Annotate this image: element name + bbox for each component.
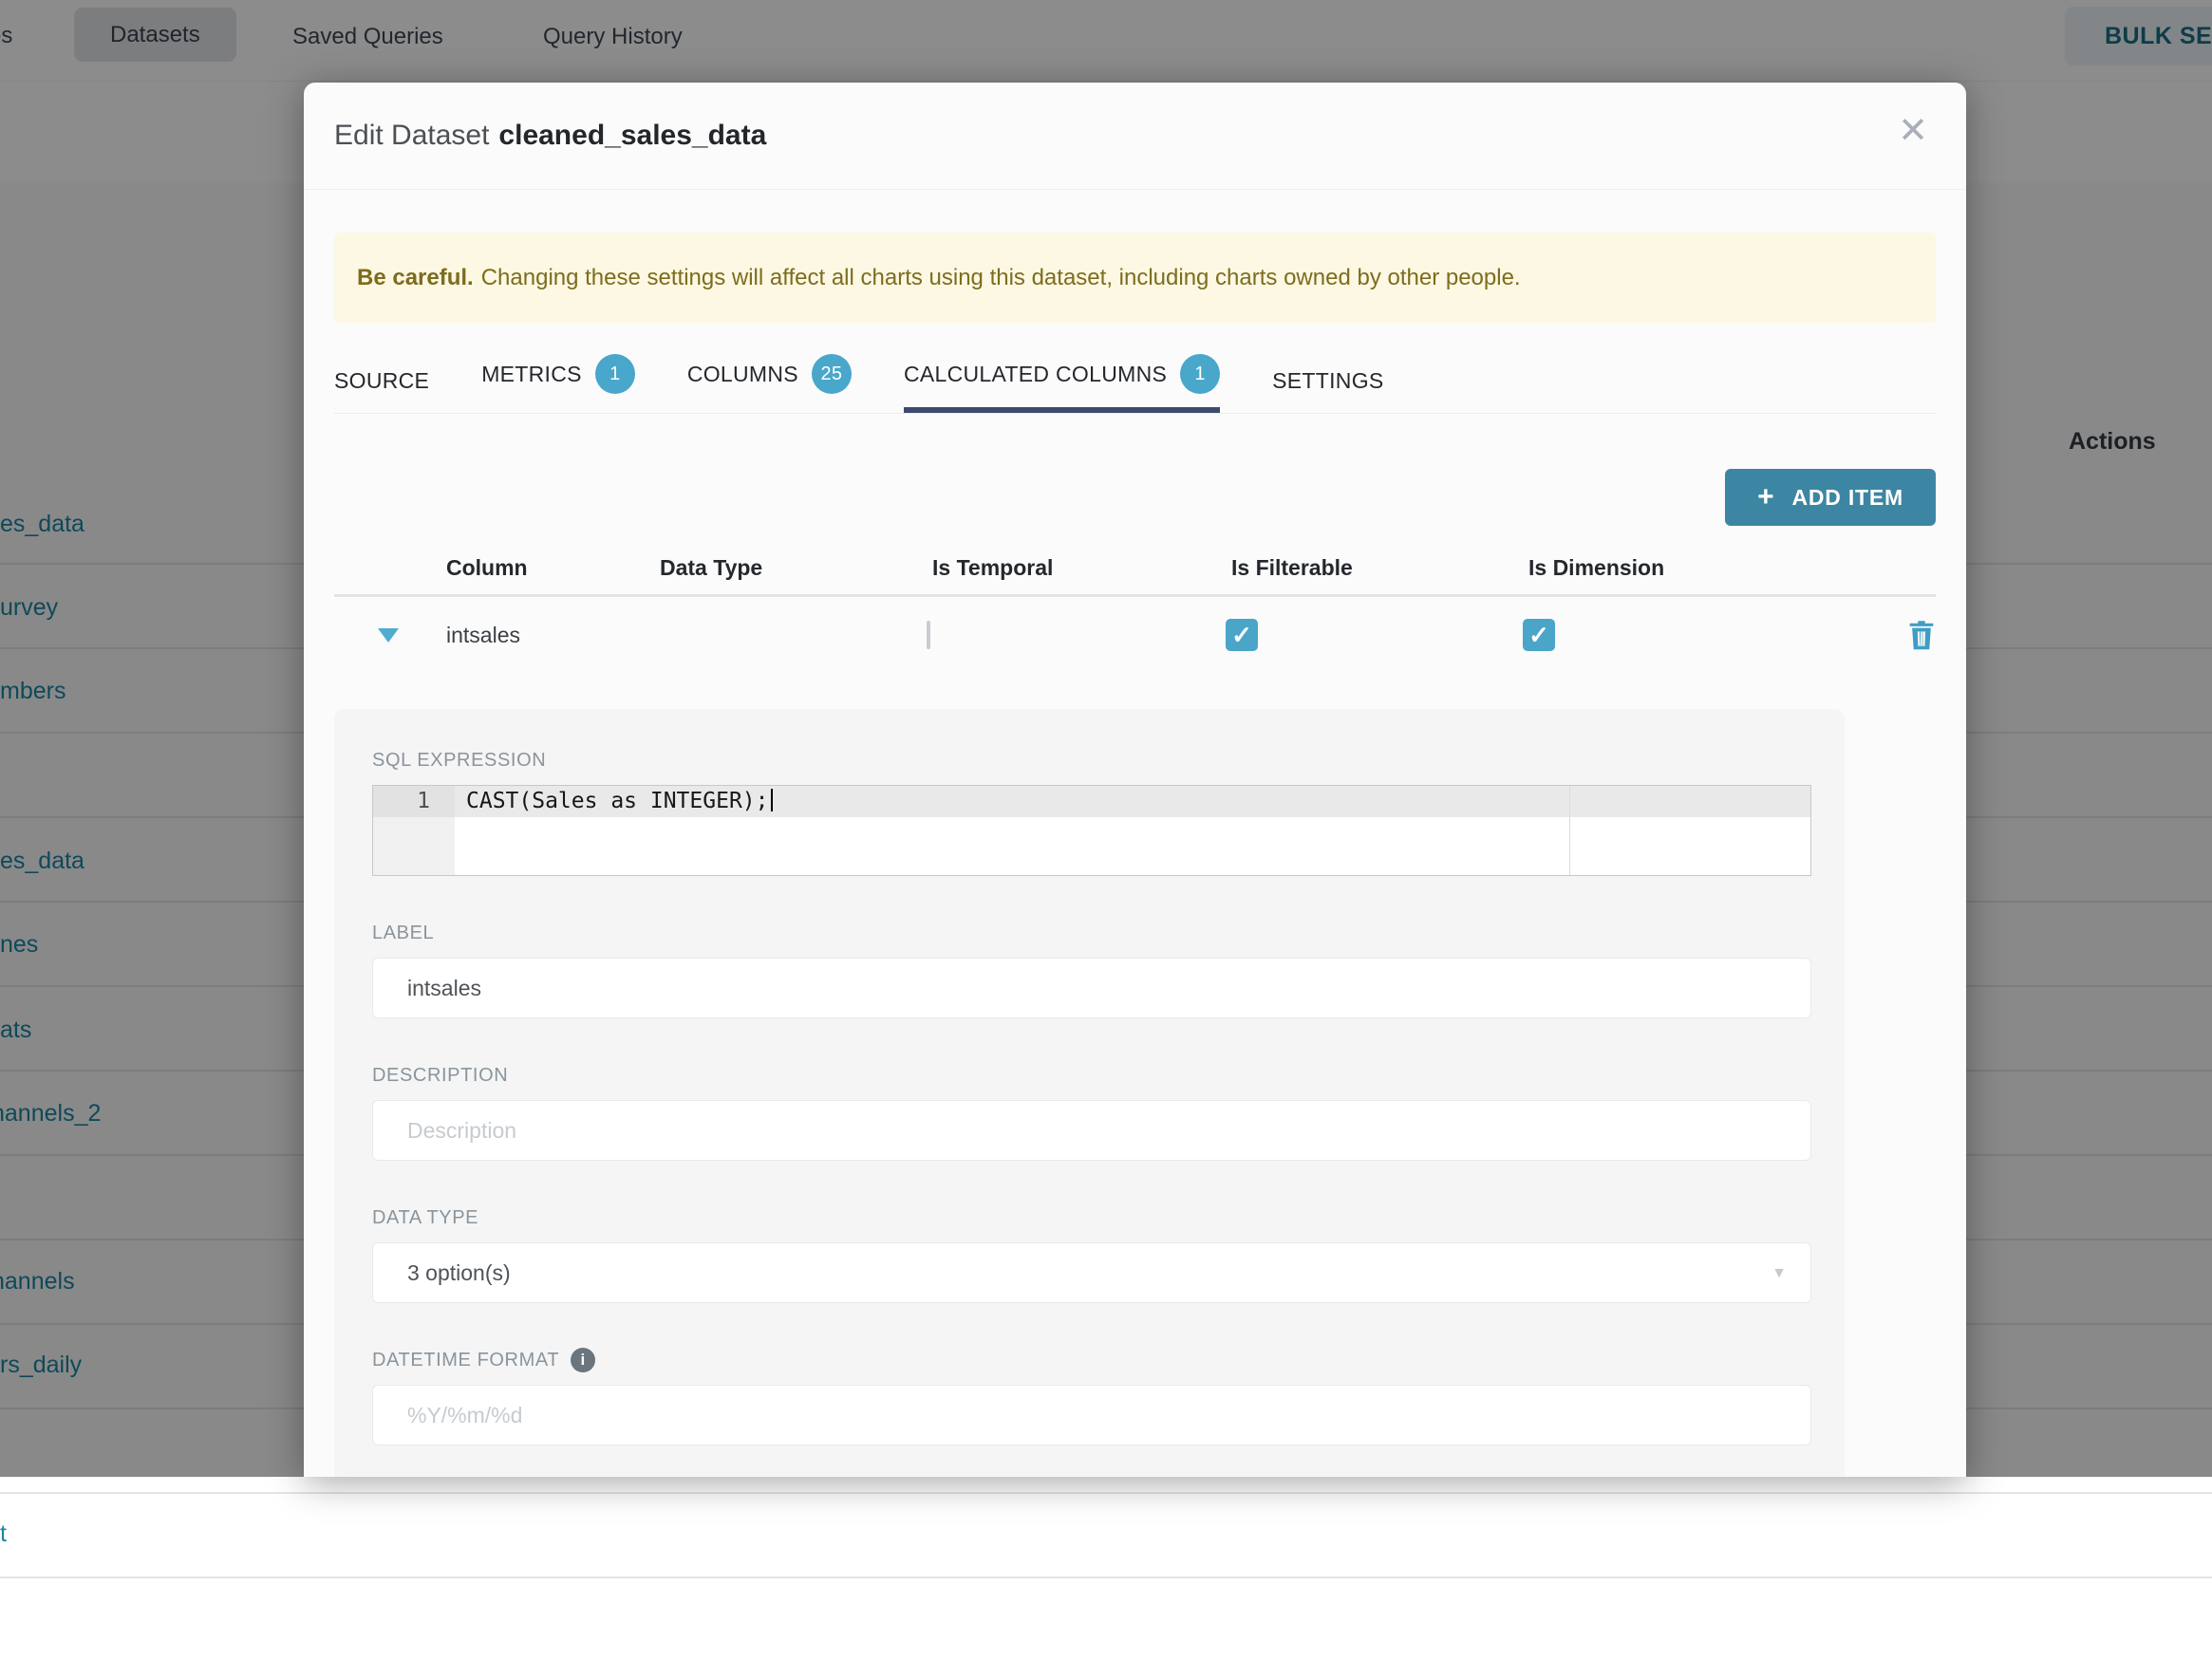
description-group: DESCRIPTION bbox=[372, 1064, 1811, 1161]
sql-expression-group: SQL EXPRESSION 1 CAST(Sales as INTEGER); bbox=[372, 749, 1811, 876]
modal-tabs: SOURCE METRICS 1 COLUMNS 25 CALCULATED C… bbox=[334, 354, 1936, 414]
description-input[interactable] bbox=[372, 1100, 1811, 1161]
collapse-caret-icon[interactable] bbox=[378, 627, 399, 643]
tab-label: SETTINGS bbox=[1272, 368, 1384, 393]
modal-body: Be careful. Changing these settings will… bbox=[304, 233, 1966, 1477]
datetime-format-label: DATETIME FORMAT i bbox=[372, 1348, 1811, 1372]
sql-code-editor[interactable]: 1 CAST(Sales as INTEGER); bbox=[372, 785, 1811, 876]
is-temporal-header: Is Temporal bbox=[932, 554, 1054, 580]
close-icon[interactable]: ✕ bbox=[1898, 113, 1928, 149]
calculated-columns-count-badge: 1 bbox=[1180, 354, 1221, 394]
delete-trash-icon[interactable] bbox=[1907, 620, 1936, 650]
add-item-label: ADD ITEM bbox=[1791, 484, 1903, 510]
tab-label: SOURCE bbox=[334, 368, 430, 393]
datetime-format-group: DATETIME FORMAT i bbox=[372, 1348, 1811, 1446]
add-item-button[interactable]: + ADD ITEM bbox=[1725, 469, 1936, 526]
calculated-columns-toolbar: + ADD ITEM bbox=[334, 469, 1936, 526]
data-type-field-label: DATA TYPE bbox=[372, 1206, 479, 1228]
modal-title-prefix: Edit Dataset bbox=[334, 120, 490, 151]
calculated-column-row: intsales ✓ ✓ bbox=[334, 597, 1936, 673]
dataset-link[interactable]: t bbox=[0, 1520, 7, 1548]
tab-settings[interactable]: SETTINGS bbox=[1272, 368, 1383, 413]
plus-icon: + bbox=[1757, 481, 1775, 513]
editor-line-number: 1 bbox=[417, 789, 430, 813]
sql-code-text: CAST(Sales as INTEGER); bbox=[466, 789, 769, 813]
dataset-name: cleaned_sales_data bbox=[498, 120, 767, 151]
data-type-header: Data Type bbox=[660, 554, 763, 580]
tab-columns[interactable]: COLUMNS 25 bbox=[687, 354, 852, 413]
tab-label: CALCULATED COLUMNS bbox=[903, 361, 1168, 386]
label-group: LABEL bbox=[372, 922, 1811, 1018]
metrics-count-badge: 1 bbox=[594, 354, 635, 394]
sql-code-line: CAST(Sales as INTEGER); bbox=[466, 786, 773, 817]
datetime-format-label-text: DATETIME FORMAT bbox=[372, 1349, 560, 1371]
column-name: intsales bbox=[446, 622, 520, 647]
warning-banner: Be careful. Changing these settings will… bbox=[334, 233, 1936, 323]
tab-calculated-columns[interactable]: CALCULATED COLUMNS 1 bbox=[903, 354, 1221, 413]
tab-label: COLUMNS bbox=[686, 361, 798, 386]
column-header: Column bbox=[446, 554, 528, 580]
modal-header: Edit Dataset cleaned_sales_data ✕ bbox=[304, 83, 1966, 190]
warning-bold: Be careful. bbox=[357, 264, 474, 290]
tab-source[interactable]: SOURCE bbox=[334, 368, 429, 413]
modal-title: Edit Dataset cleaned_sales_data bbox=[334, 120, 766, 152]
calculated-columns-header-row: Column Data Type Is Temporal Is Filterab… bbox=[334, 541, 1936, 594]
is-filterable-checkbox[interactable]: ✓ bbox=[1226, 619, 1258, 651]
is-filterable-header: Is Filterable bbox=[1231, 554, 1353, 580]
data-type-value[interactable] bbox=[372, 1242, 1811, 1303]
edit-dataset-modal: Edit Dataset cleaned_sales_data ✕ Be care… bbox=[304, 83, 1966, 1477]
label-field-label: LABEL bbox=[372, 922, 435, 943]
label-input[interactable] bbox=[372, 958, 1811, 1018]
datetime-format-input[interactable] bbox=[372, 1385, 1811, 1446]
data-type-select[interactable]: ▼ bbox=[372, 1242, 1811, 1303]
is-temporal-checkbox[interactable] bbox=[927, 620, 930, 649]
columns-count-badge: 25 bbox=[811, 354, 852, 394]
editor-print-margin bbox=[1569, 786, 1570, 875]
warning-text: Changing these settings will affect all … bbox=[480, 264, 1521, 290]
is-dimension-header: Is Dimension bbox=[1528, 554, 1665, 580]
text-cursor bbox=[770, 789, 773, 811]
description-field-label: DESCRIPTION bbox=[372, 1064, 509, 1086]
data-type-group: DATA TYPE ▼ bbox=[372, 1206, 1811, 1303]
sql-expression-label: SQL EXPRESSION bbox=[372, 749, 547, 771]
is-dimension-checkbox[interactable]: ✓ bbox=[1523, 619, 1555, 651]
tab-label: METRICS bbox=[481, 361, 582, 386]
calculated-column-detail-panel: SQL EXPRESSION 1 CAST(Sales as INTEGER);… bbox=[334, 709, 1845, 1477]
info-icon[interactable]: i bbox=[571, 1348, 596, 1372]
tab-metrics[interactable]: METRICS 1 bbox=[481, 354, 635, 413]
